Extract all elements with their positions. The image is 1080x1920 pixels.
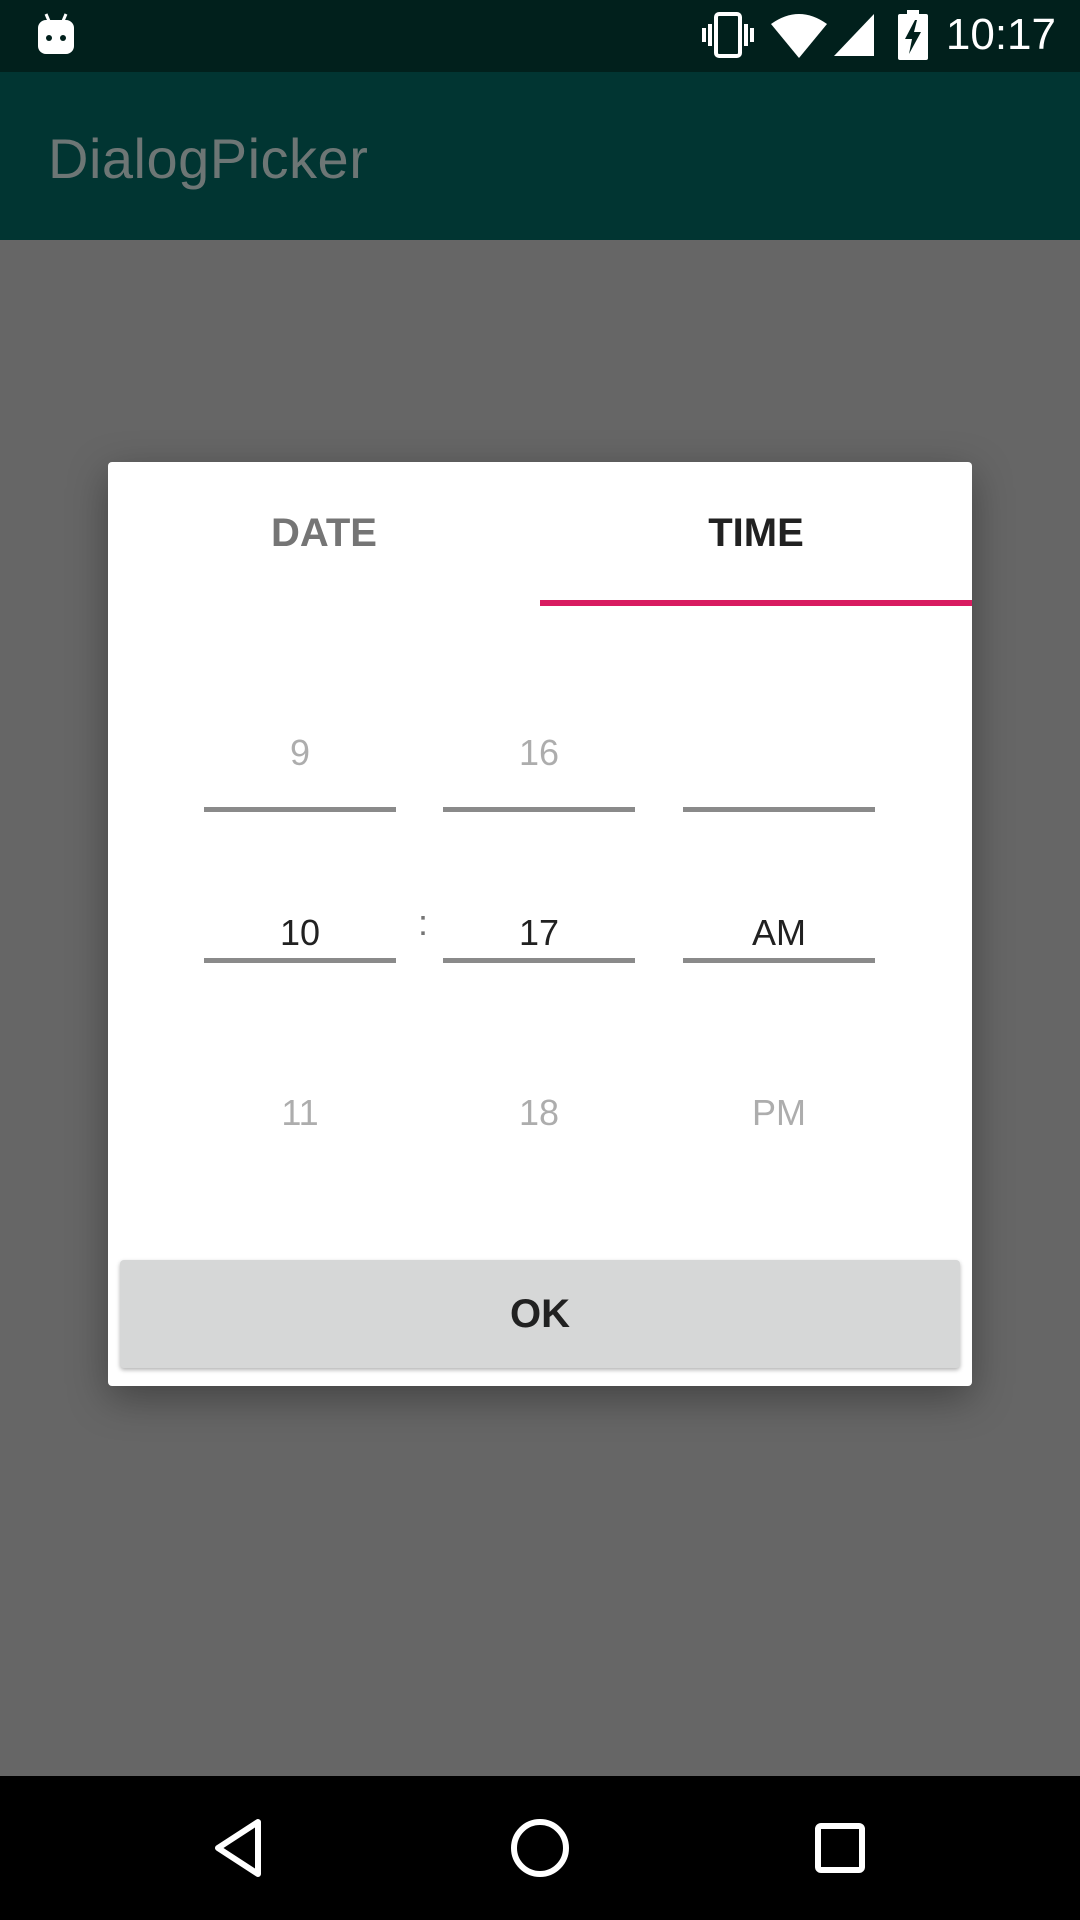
minute-next[interactable]: 18 <box>443 1092 635 1134</box>
hour-separator-bottom <box>204 958 396 963</box>
hour-separator-top <box>204 807 396 812</box>
wifi-icon <box>771 14 827 58</box>
minute-separator-bottom <box>443 958 635 963</box>
tab-indicator <box>540 600 972 606</box>
hour-current[interactable]: 10 <box>204 912 396 954</box>
back-icon[interactable] <box>208 1816 272 1880</box>
hour-next[interactable]: 11 <box>204 1092 396 1134</box>
vibrate-icon <box>702 12 754 58</box>
app-title: DialogPicker <box>48 127 369 190</box>
home-icon[interactable] <box>508 1816 572 1880</box>
hour-picker[interactable]: 9 10 11 <box>204 712 396 1133</box>
ampm-next[interactable]: PM <box>683 1092 875 1134</box>
datetime-dialog: DATE TIME 9 10 11 : 16 17 18 AM PM OK <box>108 462 972 1386</box>
android-debug-icon <box>38 13 74 54</box>
nav-bar <box>0 1776 1080 1920</box>
signal-icon <box>834 14 874 56</box>
time-separator: : <box>417 902 428 943</box>
minute-picker[interactable]: 16 17 18 <box>443 712 635 1133</box>
status-bar: 10:17 <box>0 0 1080 72</box>
recents-icon[interactable] <box>808 1816 872 1880</box>
ampm-separator-bottom <box>683 958 875 963</box>
status-time: 10:17 <box>945 10 1056 59</box>
tab-time[interactable]: TIME <box>540 462 972 604</box>
minute-prev[interactable]: 16 <box>443 732 635 774</box>
ampm-separator-top <box>683 807 875 812</box>
minute-separator-top <box>443 807 635 812</box>
tab-date[interactable]: DATE <box>108 462 540 604</box>
hour-prev[interactable]: 9 <box>204 732 396 774</box>
minute-current[interactable]: 17 <box>443 912 635 954</box>
ampm-picker[interactable]: AM PM <box>683 712 875 1133</box>
ampm-current[interactable]: AM <box>683 912 875 954</box>
ok-button[interactable]: OK <box>120 1260 960 1368</box>
battery-charging-icon <box>898 10 928 60</box>
app-bar: DialogPicker <box>0 72 1080 240</box>
